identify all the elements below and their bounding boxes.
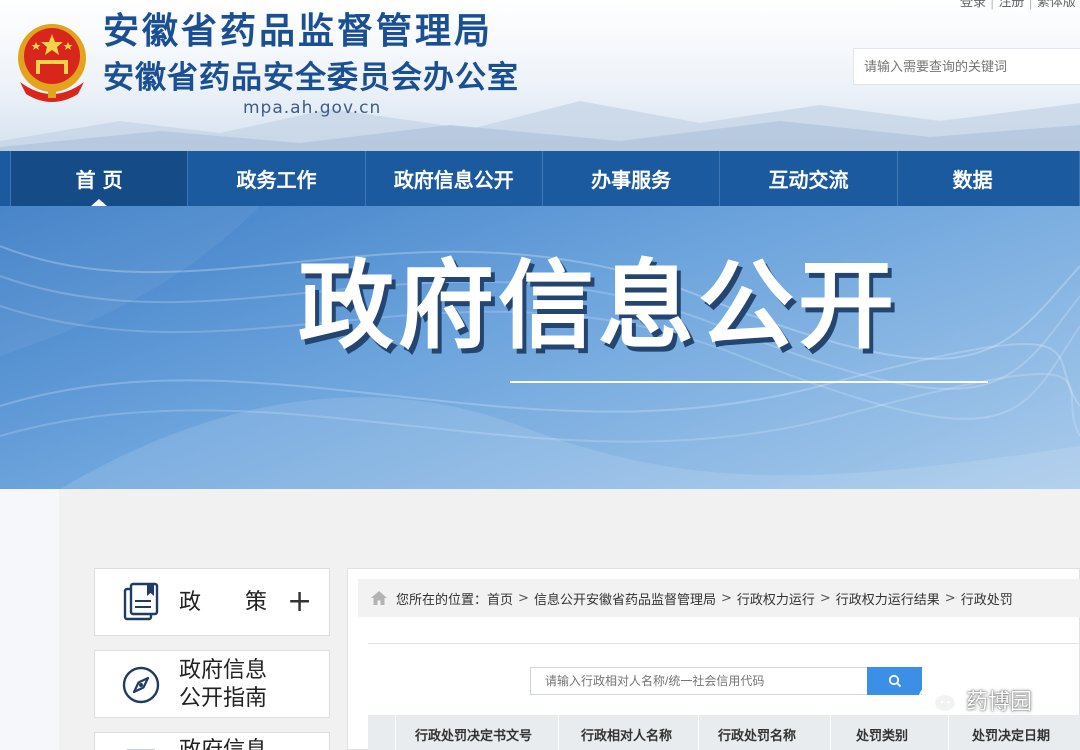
login-link[interactable]: 登录 [960, 0, 986, 10]
content-divider [368, 643, 1080, 644]
sidebar-item-gov-info[interactable]: 政府信息 [94, 732, 330, 750]
penalty-search-button[interactable] [867, 667, 922, 695]
breadcrumb-item-home[interactable]: 首页 [487, 589, 513, 608]
banner-underline [510, 381, 988, 383]
sidebar-item-policy[interactable]: 政 策 + [94, 568, 330, 636]
breadcrumb-item-power-operation[interactable]: 行政权力运行 [737, 589, 815, 608]
column-separator [698, 715, 699, 750]
national-emblem-icon [18, 24, 86, 102]
site-domain: mpa.ah.gov.cn [243, 98, 382, 118]
breadcrumb-item-penalty[interactable]: 行政处罚 [961, 589, 1013, 608]
top-links: 登录 | 注册 | 繁体版 [960, 0, 1076, 10]
sidebar-item-label: 政 策 [179, 590, 268, 615]
site-search-input[interactable] [853, 48, 1080, 85]
mountain-background [0, 101, 1080, 151]
nav-lead [0, 151, 11, 206]
breadcrumb-item-disclosure[interactable]: 信息公开安徽省药品监督管理局 [534, 589, 716, 608]
site-header: 安徽省药品监督管理局 安徽省药品安全委员会办公室 mpa.ah.gov.cn 登… [0, 0, 1080, 151]
penalty-search-input[interactable] [530, 667, 868, 695]
watermark: 药博园 [918, 684, 1032, 716]
main-nav: 首 页 政务工作 政府信息公开 办事服务 互动交流 数据 [0, 151, 1080, 206]
breadcrumb: 您所在的位置： 首页 > 信息公开安徽省药品监督管理局 > 行政权力运行 > 行… [358, 579, 1080, 617]
breadcrumb-separator: > [720, 590, 732, 606]
column-separator [395, 715, 396, 750]
nav-item-info-disclosure[interactable]: 政府信息公开 [366, 151, 543, 206]
search-icon [888, 674, 901, 688]
breadcrumb-separator: > [518, 590, 529, 606]
column-header-penalty-type: 处罚类别 [856, 729, 909, 744]
site-title: 安徽省药品监督管理局 [103, 11, 494, 52]
watermark-text: 药博园 [966, 690, 1033, 715]
sidebar-item-disclosure-guide[interactable]: 政府信息 公开指南 [94, 650, 330, 718]
column-header-penalty-name: 行政处罚名称 [718, 729, 797, 744]
nav-item-home[interactable]: 首 页 [11, 151, 189, 206]
compass-icon [122, 666, 160, 704]
book-icon [123, 582, 159, 621]
breadcrumb-prefix: 您所在的位置： [396, 592, 488, 608]
sidebar-item-label: 政府信息 [179, 737, 267, 750]
column-separator [558, 715, 559, 750]
column-header-counterpart-name: 行政相对人名称 [581, 729, 673, 744]
list-icon [127, 749, 155, 750]
column-header-decision-number: 行政处罚决定书文号 [415, 729, 533, 744]
traditional-chinese-link[interactable]: 繁体版 [1037, 0, 1076, 10]
column-header-decision-date: 处罚决定日期 [972, 729, 1051, 744]
expand-plus-icon[interactable]: + [287, 587, 312, 617]
penalty-table-header: 行政处罚决定书文号 行政相对人名称 行政处罚名称 处罚类别 处罚决定日期 [368, 715, 1080, 750]
site-subtitle: 安徽省药品安全委员会办公室 [103, 60, 519, 96]
home-icon [371, 591, 387, 605]
breadcrumb-separator: > [819, 590, 831, 606]
breadcrumb-separator: > [944, 590, 956, 606]
sidebar-item-label-line2: 公开指南 [179, 686, 268, 711]
breadcrumb-item-power-results[interactable]: 行政权力运行结果 [836, 589, 940, 608]
banner-title: 政府信息公开 [298, 250, 898, 362]
column-separator [830, 715, 831, 750]
nav-item-government-affairs[interactable]: 政务工作 [188, 151, 366, 206]
sidebar-item-label: 政府信息 [179, 658, 268, 683]
column-separator [948, 715, 949, 750]
register-link[interactable]: 注册 [998, 0, 1024, 10]
nav-item-data[interactable]: 数据 [898, 151, 1080, 206]
wechat-icon [918, 685, 958, 714]
page-banner: 政府信息公开 [0, 206, 1080, 489]
nav-item-services[interactable]: 办事服务 [543, 151, 721, 206]
nav-item-interaction[interactable]: 互动交流 [720, 151, 898, 206]
